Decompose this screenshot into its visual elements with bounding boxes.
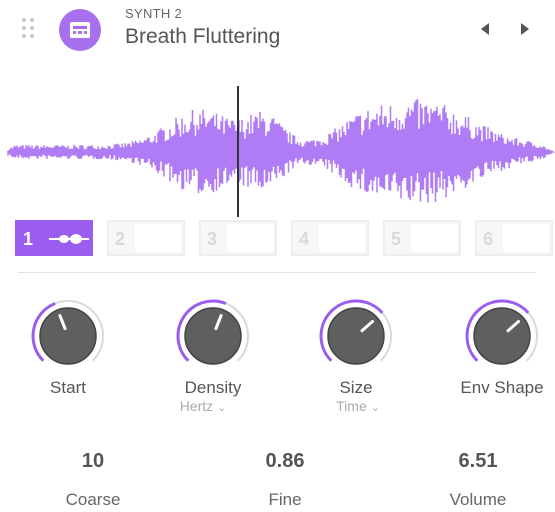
- slot-number: 5: [391, 229, 402, 249]
- size-unit-dropdown[interactable]: Time ⌄: [293, 398, 423, 414]
- fine-value[interactable]: 0.86: [225, 450, 345, 473]
- divider: [18, 272, 536, 273]
- coarse-value[interactable]: 10: [33, 450, 153, 473]
- triangle-left-icon[interactable]: [478, 20, 494, 38]
- slot-1[interactable]: 1: [15, 220, 93, 256]
- playhead[interactable]: [237, 86, 239, 217]
- slot-number: 1: [23, 229, 34, 249]
- knob-body: [327, 307, 385, 365]
- slot-number: 6: [483, 229, 494, 249]
- engine-label: SYNTH 2: [125, 6, 183, 21]
- size-label: Size: [339, 378, 373, 397]
- density-unit-dropdown[interactable]: Hertz ⌄: [138, 398, 268, 414]
- slot-number: 3: [207, 229, 218, 249]
- start-label: Start: [50, 378, 86, 397]
- coarse-label: Coarse: [65, 490, 121, 509]
- waveform-thumbnail-icon: [49, 234, 89, 244]
- density-unit-label: Hertz: [179, 398, 214, 414]
- volume-value[interactable]: 6.51: [418, 450, 538, 473]
- synth-preset-icon[interactable]: [59, 9, 101, 51]
- triangle-right-icon[interactable]: [516, 20, 532, 38]
- drag-handle-icon[interactable]: [22, 18, 36, 40]
- knob-body: [473, 307, 531, 365]
- density-knob[interactable]: [175, 298, 251, 374]
- slot-3[interactable]: 3: [199, 220, 277, 256]
- knob-body: [184, 307, 242, 365]
- chevron-down-icon: ⌄: [217, 402, 227, 414]
- size-unit-label: Time: [336, 398, 367, 414]
- slot-number: 2: [115, 229, 126, 249]
- slot-number: 4: [299, 229, 310, 249]
- fine-label: Fine: [268, 490, 302, 509]
- density-label: Density: [184, 378, 242, 397]
- chevron-down-icon: ⌄: [370, 402, 380, 414]
- knob-body: [39, 307, 97, 365]
- start-knob[interactable]: [30, 298, 106, 374]
- volume-label: Volume: [449, 490, 507, 509]
- header-bar: SYNTH 2 Breath Fluttering: [0, 0, 555, 60]
- preset-name[interactable]: Breath Fluttering: [125, 25, 280, 49]
- slot-2[interactable]: 2: [107, 220, 185, 256]
- env-shape-label: Env Shape: [460, 378, 544, 397]
- env-shape-knob[interactable]: [464, 298, 540, 374]
- slot-4[interactable]: 4: [291, 220, 369, 256]
- slot-6[interactable]: 6: [475, 220, 553, 256]
- waveform-display[interactable]: [0, 85, 555, 220]
- size-knob[interactable]: [318, 298, 394, 374]
- waveform-path: [7, 99, 555, 203]
- slot-5[interactable]: 5: [383, 220, 461, 256]
